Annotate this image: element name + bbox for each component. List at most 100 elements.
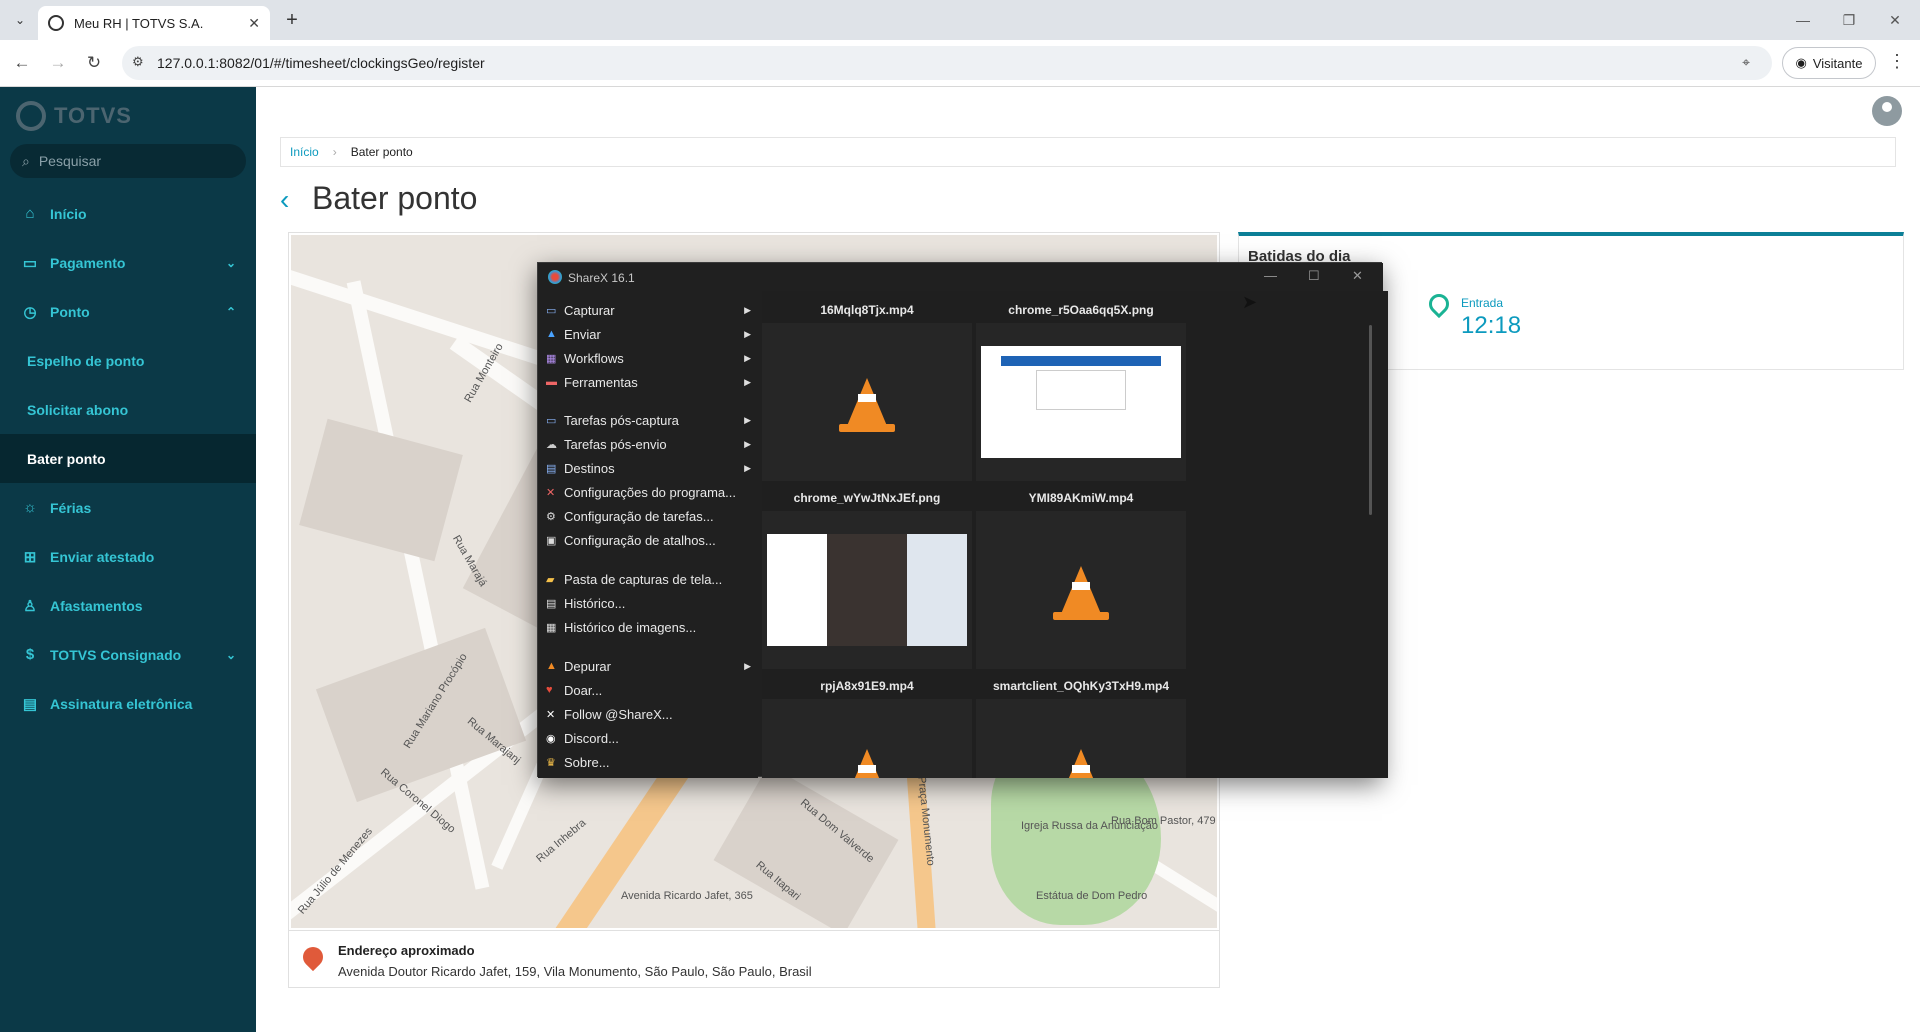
after-capture-icon: ▭ — [546, 414, 557, 427]
search-icon: ⌕ — [22, 152, 30, 169]
sharex-maximize-icon[interactable]: ☐ — [1308, 268, 1320, 284]
file-name: YMI89AKmiW.mp4 — [1028, 491, 1134, 505]
forward-icon[interactable]: → — [46, 51, 70, 75]
sharex-menu-depurar[interactable]: ▲ Depurar ▶ — [546, 655, 751, 677]
profile-button[interactable]: ◉ Visitante — [1782, 47, 1876, 79]
clock-icon: ◷ — [23, 303, 37, 321]
sharex-menu-tarefas-pos-captura[interactable]: ▭ Tarefas pós-captura ▶ — [546, 409, 751, 431]
menu-label: Tarefas pós-captura — [564, 412, 679, 428]
file-thumbnail[interactable] — [762, 511, 972, 669]
file-thumbnail[interactable] — [976, 511, 1186, 669]
sharex-menu-ferramentas[interactable]: ▬ Ferramentas ▶ — [546, 371, 751, 393]
sun-icon: ☼ — [23, 499, 37, 516]
sidebar-item-ferias[interactable]: ☼ Férias — [0, 483, 256, 532]
crown-icon: ♛ — [546, 756, 556, 769]
menu-label: Workflows — [564, 350, 624, 366]
address-bar[interactable]: ⚙ 127.0.0.1:8082/01/#/timesheet/clocking… — [122, 46, 1772, 80]
sharex-close-icon[interactable]: ✕ — [1352, 268, 1363, 284]
sharex-menu-destinos[interactable]: ▤ Destinos ▶ — [546, 457, 751, 479]
sharex-menu-follow[interactable]: ✕ Follow @ShareX... — [546, 703, 751, 725]
sharex-menu-enviar[interactable]: ▲ Enviar ▶ — [546, 323, 751, 345]
back-icon[interactable]: ← — [10, 51, 34, 75]
sidebar-item-afastamentos[interactable]: ♙ Afastamentos — [0, 581, 256, 630]
tab-favicon-icon — [48, 15, 64, 31]
sharex-menu-sobre[interactable]: ♛ Sobre... — [546, 751, 751, 773]
url-text[interactable]: 127.0.0.1:8082/01/#/timesheet/clockingsG… — [157, 55, 485, 71]
sidebar-item-label: Enviar atestado — [50, 548, 155, 565]
sharex-menu-capturar[interactable]: ▭ Capturar ▶ — [546, 299, 751, 321]
page-title: Bater ponto — [312, 180, 478, 216]
new-tab-button[interactable]: + — [280, 8, 304, 32]
entry-label: Entrada — [1461, 296, 1504, 310]
sharex-scrollbar[interactable] — [1368, 313, 1374, 763]
sharex-menu-configuracao-tarefas[interactable]: ⚙ Configuração de tarefas... — [546, 505, 751, 527]
sidebar-item-inicio[interactable]: ⌂ Início — [0, 189, 256, 238]
sharex-menu: ▭ Capturar ▶ ▲ Enviar ▶ ▦ Workflows ▶ ▬ Ferrame… — [538, 291, 758, 778]
menu-label: Enviar — [564, 326, 601, 342]
menu-label: Capturar — [564, 302, 615, 318]
sharex-titlebar[interactable]: ShareX 16.1 — ☐ ✕ — [538, 263, 1383, 291]
sharex-menu-historico[interactable]: ▤ Histórico... — [546, 592, 751, 614]
sidebar-item-enviar-atestado[interactable]: ⊞ Enviar atestado — [0, 532, 256, 581]
sidebar-item-totvs-consignado[interactable]: $ TOTVS Consignado ⌄ — [0, 630, 256, 679]
tab-search-dropdown-icon[interactable]: ⌄ — [8, 9, 32, 31]
browser-menu-icon[interactable]: ⋮ — [1888, 51, 1906, 72]
reload-icon[interactable]: ↻ — [82, 51, 106, 75]
chevron-down-icon: ⌄ — [225, 647, 236, 662]
restore-icon[interactable]: ❐ — [1826, 0, 1872, 40]
sharex-window: ShareX 16.1 — ☐ ✕ ▭ Capturar ▶ ▲ Enviar ▶ ▦ W… — [537, 262, 1388, 778]
sidebar-item-ponto[interactable]: ◷ Ponto ⌃ — [0, 287, 256, 336]
sidebar-item-label: Pagamento — [50, 254, 126, 271]
file-thumbnail[interactable] — [762, 699, 972, 778]
browser-tab[interactable]: Meu RH | TOTVS S.A. ✕ — [38, 6, 270, 40]
totvs-logo: TOTVS — [16, 101, 132, 131]
sharex-menu-historico-imagens[interactable]: ▦ Histórico de imagens... — [546, 616, 751, 638]
file-thumbnail[interactable] — [762, 323, 972, 481]
address-value: Avenida Doutor Ricardo Jafet, 159, Vila … — [338, 964, 812, 979]
file-thumbnail[interactable] — [976, 323, 1186, 481]
sharex-menu-workflows[interactable]: ▦ Workflows ▶ — [546, 347, 751, 369]
sidebar-item-bater-ponto[interactable]: Bater ponto — [0, 434, 256, 483]
sharex-menu-discord[interactable]: ◉ Discord... — [546, 727, 751, 749]
home-icon: ⌂ — [25, 205, 35, 222]
map-label: Avenida Ricardo Jafet, 365 — [621, 890, 753, 902]
mouse-cursor-icon: ➤ — [1242, 292, 1258, 312]
menu-label: Pasta de capturas de tela... — [564, 571, 723, 587]
tab-title: Meu RH | TOTVS S.A. — [74, 15, 204, 31]
person-icon: ♙ — [23, 597, 37, 615]
close-window-icon[interactable]: ✕ — [1872, 0, 1918, 40]
back-arrow-icon[interactable]: ‹ — [280, 184, 289, 216]
sharex-menu-doar[interactable]: ♥ Doar... — [546, 679, 751, 701]
sidebar-search-input[interactable]: ⌕ Pesquisar — [10, 144, 246, 178]
sharex-minimize-icon[interactable]: — — [1264, 268, 1277, 283]
gear-icon: ⚙ — [546, 510, 556, 523]
menu-label: Ferramentas — [564, 374, 638, 390]
tab-close-icon[interactable]: ✕ — [248, 15, 260, 32]
logo-text: TOTVS — [54, 103, 132, 128]
medical-icon: ⊞ — [23, 548, 37, 566]
menu-label: Tarefas pós-envio — [564, 436, 667, 452]
scrollbar-thumb[interactable] — [1369, 325, 1372, 515]
menu-label: Configuração de tarefas... — [564, 508, 714, 524]
browser-tabstrip: ⌄ Meu RH | TOTVS S.A. ✕ + — ❐ ✕ — [0, 0, 1920, 40]
document-icon: ▤ — [22, 695, 38, 713]
sidebar-item-pagamento[interactable]: ▭ Pagamento ⌄ — [0, 238, 256, 287]
profile-label: Visitante — [1812, 55, 1863, 71]
file-thumbnail[interactable] — [976, 699, 1186, 778]
site-info-icon[interactable]: ⚙ — [132, 54, 144, 70]
location-icon[interactable]: ⌖ — [1742, 54, 1750, 71]
sidebar-item-solicitar-abono[interactable]: Solicitar abono — [0, 385, 256, 434]
sharex-menu-configuracao-atalhos[interactable]: ▣ Configuração de atalhos... — [546, 529, 751, 551]
sharex-menu-configuracoes-programa[interactable]: ✕ Configurações do programa... — [546, 481, 751, 503]
sidebar-item-label: Ponto — [50, 303, 90, 320]
debug-icon: ▲ — [546, 660, 557, 672]
sharex-menu-tarefas-pos-envio[interactable]: ☁ Tarefas pós-envio ▶ — [546, 433, 751, 455]
sidebar-item-espelho-de-ponto[interactable]: Espelho de ponto — [0, 336, 256, 385]
x-logo-icon: ✕ — [546, 708, 556, 721]
sidebar-item-assinatura-eletronica[interactable]: ▤ Assinatura eletrônica — [0, 679, 256, 728]
minimize-icon[interactable]: — — [1780, 0, 1826, 40]
sharex-menu-pasta-capturas[interactable]: ▰ Pasta de capturas de tela... — [546, 568, 751, 590]
menu-label: Sobre... — [564, 754, 610, 770]
user-avatar[interactable] — [1872, 96, 1902, 126]
breadcrumb-home-link[interactable]: Início — [290, 145, 319, 159]
